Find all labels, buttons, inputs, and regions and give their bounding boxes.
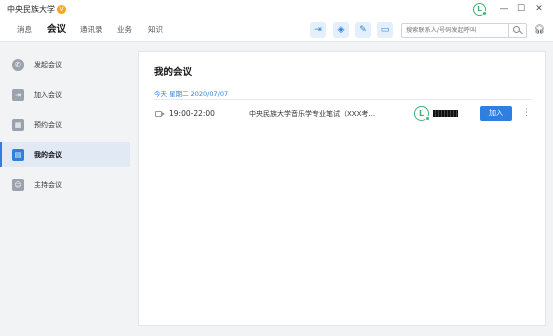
my-meeting-icon: ▤ [12,148,24,161]
nav-tab-business[interactable]: 业务 [117,18,132,42]
maximize-button[interactable]: ☐ [514,2,528,16]
search-input[interactable] [402,24,509,37]
sidebar-item-label: 主持会议 [34,180,62,189]
sidebar: ✆ 发起会议 ⇥ 加入会议 ▦ 预约会议 ▤ 我的会议 ☺ 主持会议 [0,43,130,336]
online-status-icon [482,11,487,16]
nav-tab-messages[interactable]: 消息 [17,18,32,42]
page-title: 我的会议 [154,67,193,78]
search-icon[interactable] [508,24,526,37]
more-options-icon[interactable]: ⋮ [522,106,531,121]
share-screen-icon[interactable]: ⇥ [310,22,326,38]
sidebar-item-label: 预约会议 [34,120,62,129]
sidebar-item-label: 发起会议 [34,60,62,69]
user-avatar-letter: L [477,5,482,13]
host-name-redacted [433,110,458,117]
date-header: 今天 星期二 2020/07/07 [154,90,229,98]
sidebar-item-host-meeting[interactable]: ☺ 主持会议 [0,172,130,197]
my-meetings-panel: 我的会议 今天 星期二 2020/07/07 19:00-22:00 中央民族大… [138,51,546,326]
close-button[interactable]: ✕ [532,2,546,16]
user-avatar[interactable]: L [473,3,487,16]
sidebar-item-schedule-meeting[interactable]: ▦ 预约会议 [0,112,130,137]
title-bar: 中央民族大学 V L — ☐ ✕ [0,0,553,18]
sidebar-item-join-meeting[interactable]: ⇥ 加入会议 [0,82,130,107]
app-title: 中央民族大学 [7,4,55,14]
meeting-row[interactable]: 19:00-22:00 中央民族大学音乐学专业笔试（XXX考... L 加入 ⋮ [139,102,547,126]
online-status-icon [425,116,430,121]
verified-badge-icon: V [57,4,66,14]
host-icon: ☺ [12,178,24,191]
minimize-button[interactable]: — [497,2,511,16]
sidebar-item-label: 我的会议 [34,150,62,159]
host-avatar: L [414,106,430,121]
cube-icon[interactable]: ◈ [333,22,349,38]
top-nav: 消息 会议 通讯录 业务 知识 ⇥ ◈ ✎ ▭ 🎧︎ [0,18,553,42]
divider [154,99,532,100]
pen-icon[interactable]: ✎ [355,22,371,38]
sidebar-item-label: 加入会议 [34,90,62,99]
phone-icon: ✆ [12,58,24,71]
meeting-title: 中央民族大学音乐学专业笔试（XXX考... [249,110,376,118]
sidebar-item-start-meeting[interactable]: ✆ 发起会议 [0,52,130,77]
calendar-icon: ▦ [12,118,24,131]
join-button[interactable]: 加入 [480,106,512,121]
nav-tab-meetings[interactable]: 会议 [47,18,66,42]
search-box [401,23,527,38]
headset-icon[interactable]: 🎧︎ [533,24,546,37]
video-camera-icon [155,111,165,117]
meeting-time: 19:00-22:00 [169,109,215,118]
join-icon: ⇥ [12,88,24,101]
monitor-icon[interactable]: ▭ [377,22,393,38]
sidebar-item-my-meetings[interactable]: ▤ 我的会议 [0,142,130,167]
nav-tab-contacts[interactable]: 通讯录 [80,18,103,42]
host-avatar-letter: L [418,109,425,118]
nav-tab-knowledge[interactable]: 知识 [148,18,163,42]
active-indicator [0,142,2,167]
